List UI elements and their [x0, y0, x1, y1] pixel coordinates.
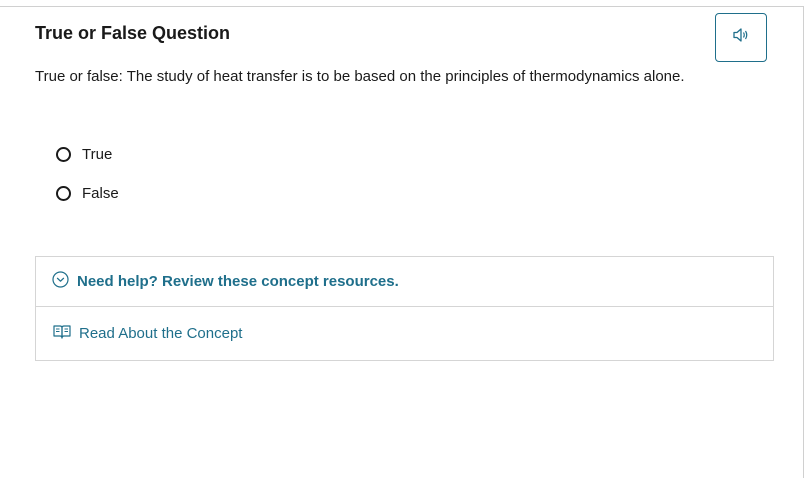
radio-false[interactable]	[56, 186, 71, 201]
option-true[interactable]: True	[56, 146, 112, 163]
chevron-down-circle-icon	[52, 270, 69, 293]
read-aloud-button[interactable]	[715, 13, 767, 62]
radio-true[interactable]	[56, 147, 71, 162]
need-help-label: Need help? Review these concept resource…	[77, 273, 399, 290]
option-false[interactable]: False	[56, 185, 119, 202]
book-icon	[53, 324, 71, 344]
option-false-label: False	[82, 185, 119, 202]
speaker-icon	[732, 27, 750, 48]
option-true-label: True	[82, 146, 113, 163]
need-help-toggle[interactable]: Need help? Review these concept resource…	[36, 257, 773, 307]
read-about-concept-link[interactable]: Read About the Concept	[36, 307, 773, 360]
question-panel: True or False Question True or false: Th…	[0, 6, 804, 478]
question-title: True or False Question	[35, 23, 231, 43]
question-text: True or false: The study of heat transfe…	[35, 68, 685, 85]
read-about-concept-label: Read About the Concept	[79, 325, 243, 342]
concept-resources-panel: Need help? Review these concept resource…	[35, 256, 774, 361]
